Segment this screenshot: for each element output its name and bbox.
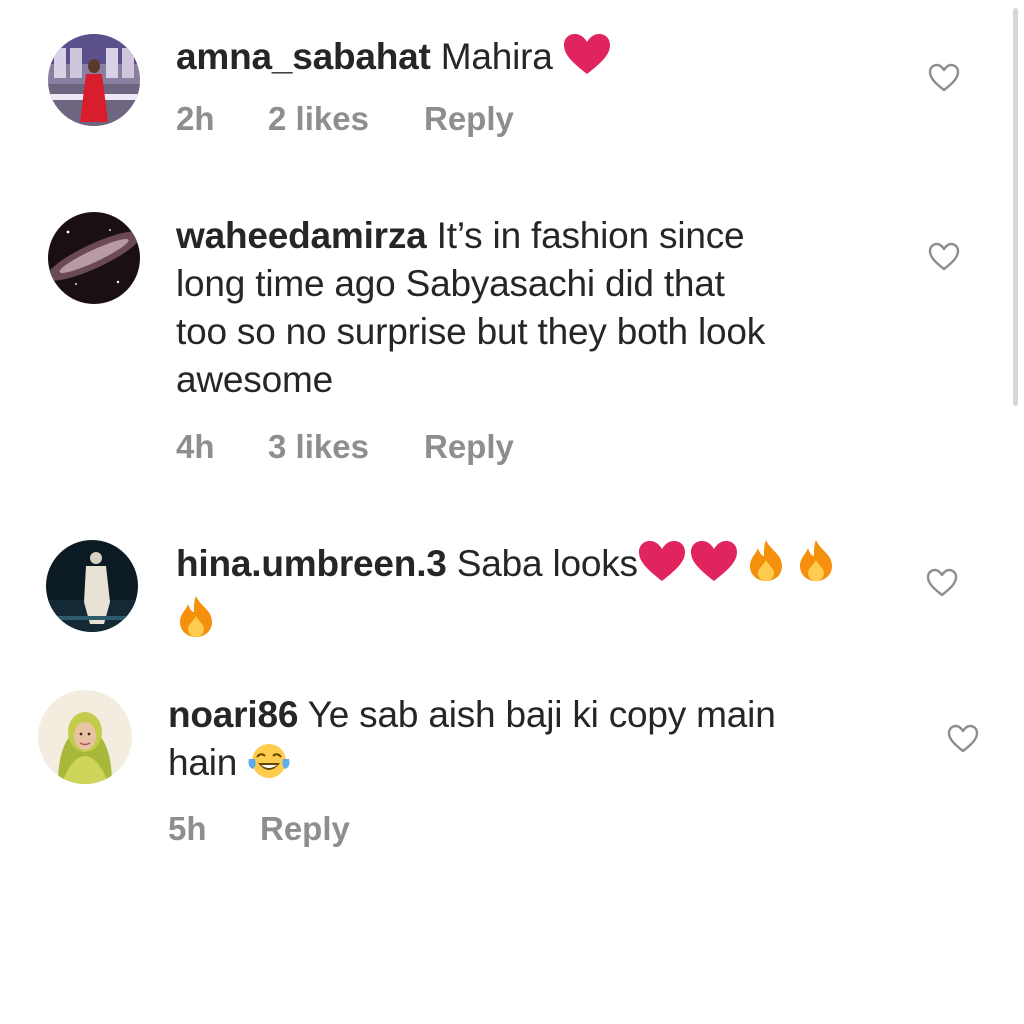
comment-meta: 2h 2 likes Reply xyxy=(176,100,514,138)
red-heart-icon xyxy=(563,33,611,87)
comment-text-line: long time ago Sabyasachi did that xyxy=(176,263,725,304)
comments-page: amna_sabahat Mahira 2h 2 likes Reply wah… xyxy=(0,0,1024,1024)
comment-likes[interactable]: 2 likes xyxy=(268,100,424,138)
comment-text-line: too so no surprise but they both look xyxy=(176,311,766,352)
comment-meta: 4h 3 likes Reply xyxy=(176,428,514,466)
reply-button[interactable]: Reply xyxy=(424,100,514,138)
comment-text-line: awesome xyxy=(176,359,333,400)
comment-text-line: hain xyxy=(168,742,238,783)
like-heart-icon[interactable] xyxy=(946,722,980,756)
comment-time: 4h xyxy=(176,428,215,465)
comment-body: waheedamirza It’s in fashion since long … xyxy=(176,212,906,404)
fire-icon xyxy=(796,538,836,594)
red-heart-icon xyxy=(638,540,686,594)
comment-username[interactable]: hina.umbreen.3 xyxy=(176,543,447,584)
comment-username[interactable]: noari86 xyxy=(168,694,298,735)
comment-username[interactable]: waheedamirza xyxy=(176,215,427,256)
avatar[interactable] xyxy=(48,212,140,304)
comment-text-line: Ye sab aish baji ki copy main xyxy=(307,694,776,735)
red-heart-icon xyxy=(690,540,738,594)
avatar[interactable] xyxy=(46,540,138,632)
comment-username[interactable]: amna_sabahat xyxy=(176,36,431,77)
comment-text: Mahira xyxy=(440,36,553,77)
scrollbar[interactable] xyxy=(1013,8,1018,406)
tears-of-joy-icon xyxy=(247,741,291,793)
reply-button[interactable]: Reply xyxy=(260,810,350,848)
comment-meta: 5h Reply xyxy=(168,810,350,848)
comment-text-line: It’s in fashion since xyxy=(436,215,745,256)
fire-icon xyxy=(746,538,786,594)
fire-icon xyxy=(176,594,216,650)
avatar[interactable] xyxy=(38,690,132,784)
comment-time: 2h xyxy=(176,100,215,137)
avatar[interactable] xyxy=(48,34,140,126)
comment-body: amna_sabahat Mahira xyxy=(176,33,896,87)
like-heart-icon[interactable] xyxy=(925,566,959,600)
reply-button[interactable]: Reply xyxy=(424,428,514,466)
comment-likes[interactable]: 3 likes xyxy=(268,428,424,466)
like-heart-icon[interactable] xyxy=(927,61,961,95)
comment-body: hina.umbreen.3 Saba looks xyxy=(176,538,896,650)
comment-body: noari86 Ye sab aish baji ki copy main ha… xyxy=(168,691,908,793)
like-heart-icon[interactable] xyxy=(927,240,961,274)
comment-time: 5h xyxy=(168,810,207,847)
comment-text: Saba looks xyxy=(456,543,638,584)
